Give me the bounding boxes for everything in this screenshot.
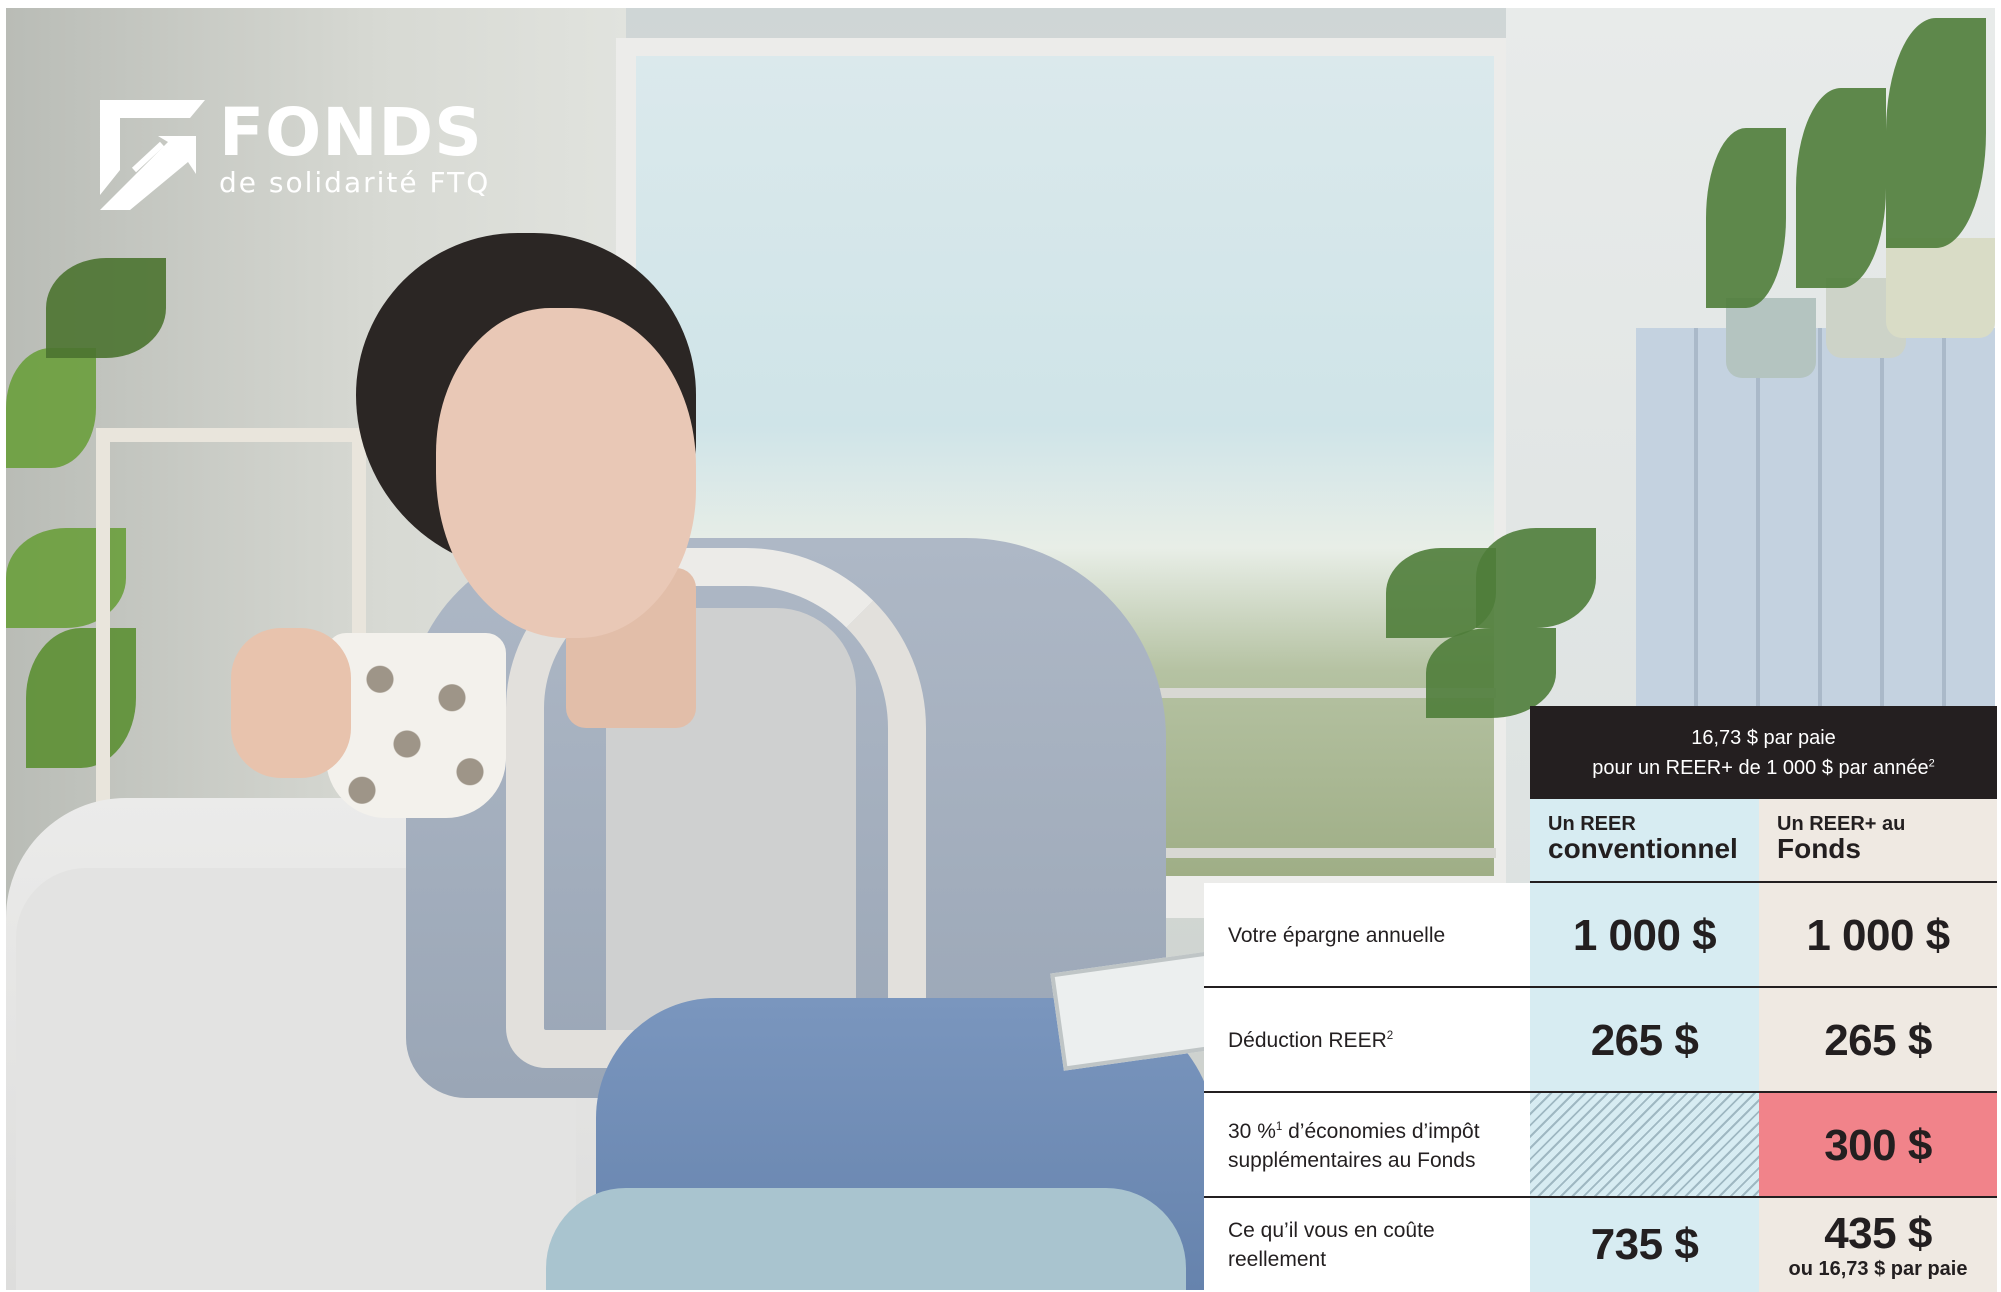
header-line-2-text: pour un REER+ de 1 000 $ par année: [1592, 757, 1929, 779]
knit-blanket: [546, 1188, 1186, 1290]
table-row: Déduction REER2 265 $ 265 $: [1204, 988, 1997, 1093]
column-header-reer: Un REER conventionnel: [1530, 799, 1759, 882]
row-label: Ce qu’il vous en coûte reellement: [1204, 1198, 1530, 1292]
column-header-big: Fonds: [1777, 833, 1861, 864]
footnote-ref: 2: [1386, 1030, 1394, 1042]
fonds-value-text: 1 000 $: [1806, 910, 1950, 960]
fonds-tax-credit-value: 300 $: [1759, 1093, 1997, 1198]
plant-leaf: [1706, 128, 1786, 308]
table-row: 30 %1 d’économies d’impôt supplémentaire…: [1204, 1093, 1997, 1198]
plant-leaf: [46, 258, 166, 358]
reer-value-text: 265 $: [1590, 1015, 1699, 1065]
reer-not-applicable-hatch: [1530, 1093, 1759, 1198]
table-row: Ce qu’il vous en coûte reellement 735 $ …: [1204, 1198, 1997, 1292]
column-header-fonds: Un REER+ au Fonds: [1759, 799, 1997, 882]
plant-leaf: [1886, 18, 1986, 248]
row-label-text: Déduction REER: [1228, 1029, 1387, 1052]
row-label: Votre épargne annuelle: [1204, 883, 1530, 988]
row-label-text: 30 %: [1228, 1119, 1276, 1143]
reer-value-text: 735 $: [1590, 1220, 1699, 1269]
table-row: Votre épargne annuelle 1 000 $ 1 000 $: [1204, 883, 1997, 988]
plant-leaf: [1426, 628, 1556, 718]
row-label-text: Votre épargne annuelle: [1228, 924, 1446, 947]
header-line-1: 16,73 $ par paie: [1691, 727, 1836, 749]
fonds-value-text: 435 $: [1824, 1209, 1932, 1258]
per-pay-note: ou 16,73 $ par paie: [1788, 1258, 1968, 1280]
column-header-big: conventionnel: [1548, 833, 1738, 864]
logo-title: FONDS: [219, 94, 483, 171]
fonds-value-text: 300 $: [1824, 1120, 1932, 1170]
logo-subtitle: de solidarité FTQ: [219, 166, 491, 199]
logo-wordmark: FONDS de solidarité FTQ: [219, 100, 490, 200]
row-label: 30 %1 d’économies d’impôt supplémentaire…: [1204, 1093, 1530, 1198]
fonds-value-text: 265 $: [1824, 1015, 1932, 1065]
person-hand: [231, 628, 351, 778]
plant-pot: [1886, 238, 1995, 338]
polka-dot-mug: [326, 633, 506, 818]
person-face: [436, 308, 696, 638]
fonds-ftq-logo: FONDS de solidarité FTQ: [100, 100, 490, 210]
reer-value-text: 1 000 $: [1572, 910, 1717, 960]
ftq-arrow-logo-icon: [100, 100, 205, 210]
reer-value: 1 000 $: [1530, 883, 1759, 988]
row-label: Déduction REER2: [1204, 988, 1530, 1093]
fonds-value: 265 $: [1759, 988, 1997, 1093]
footnote-ref: 2: [1928, 757, 1935, 770]
reer-value: 735 $: [1530, 1198, 1759, 1292]
plant-pot: [1726, 298, 1816, 378]
fonds-value: 1 000 $: [1759, 883, 1997, 988]
table-header: 16,73 $ par paie pour un REER+ de 1 000 …: [1530, 706, 1997, 799]
column-header-small: Un REER: [1548, 813, 1636, 835]
plant-leaf: [1796, 88, 1886, 288]
fonds-value: 435 $ ou 16,73 $ par paie: [1759, 1198, 1997, 1292]
plant-leaf: [1476, 528, 1596, 628]
plant-leaf: [6, 348, 96, 468]
reer-value: 265 $: [1530, 988, 1759, 1093]
column-header-small: Un REER+ au: [1777, 813, 1906, 835]
row-label-text: Ce qu’il vous en coûte reellement: [1228, 1219, 1435, 1271]
header-line-2: pour un REER+ de 1 000 $ par année2: [1530, 753, 1997, 783]
